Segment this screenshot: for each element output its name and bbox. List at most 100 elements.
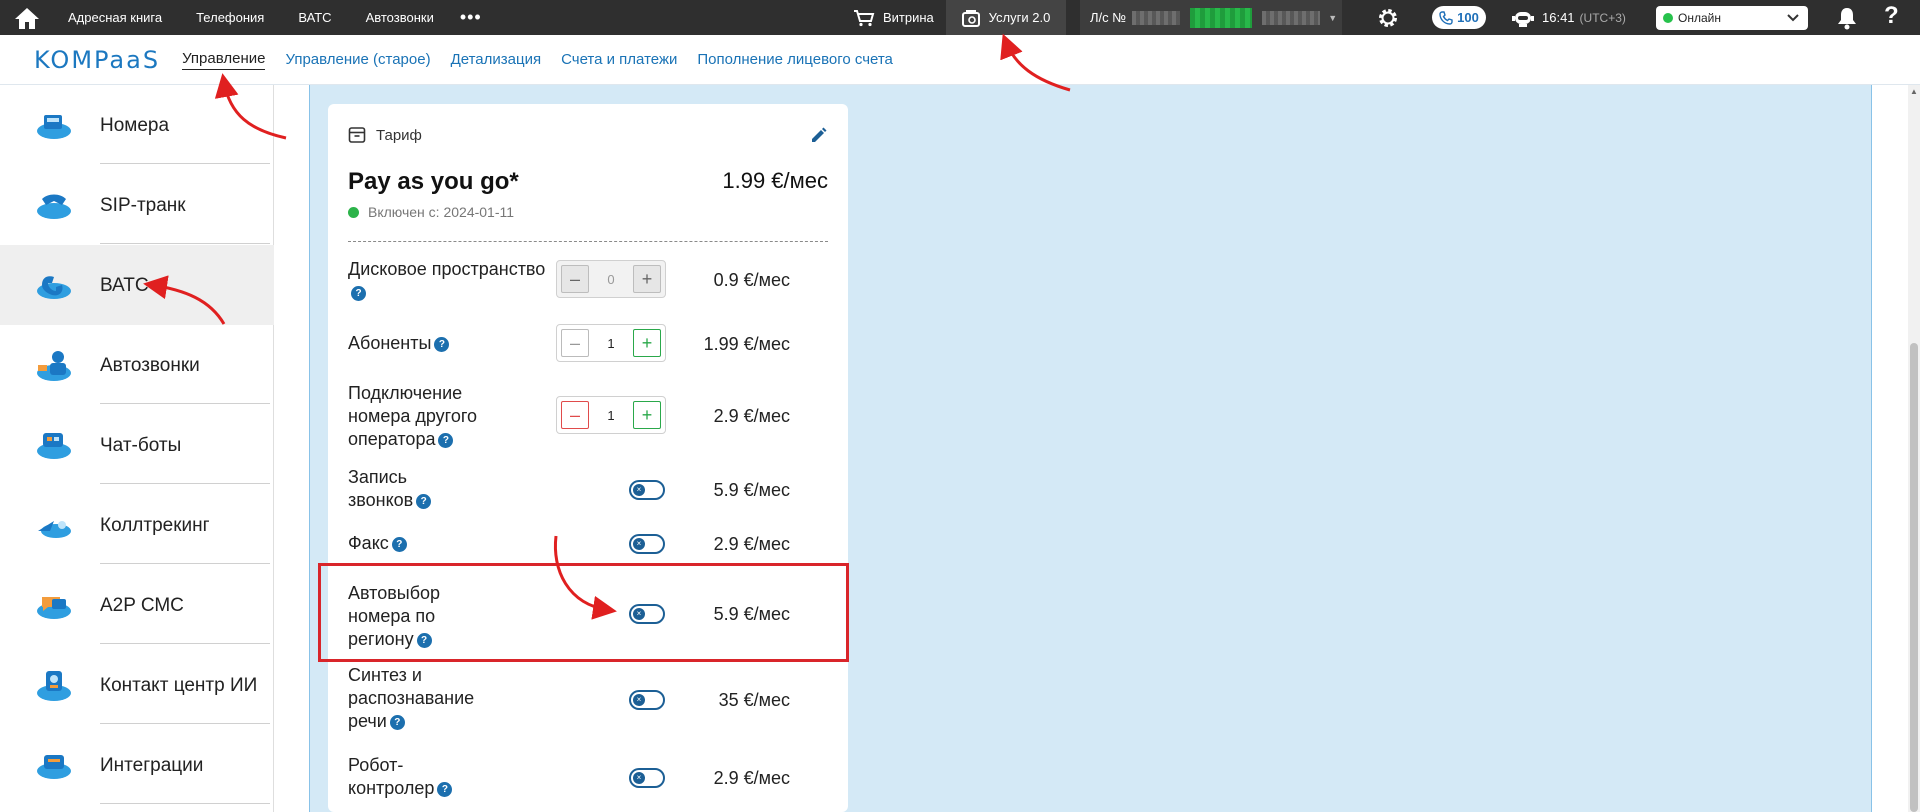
toggle-switch[interactable]: × [629,690,665,710]
status-value: Онлайн [1678,11,1721,25]
help-icon[interactable]: ? [434,337,450,352]
help-icon[interactable]: ? [391,537,407,552]
option-name-text: Синтез и распознавание речи [348,665,475,731]
help-icon[interactable]: ? [416,494,432,509]
dashed-divider [348,241,828,242]
minus-button[interactable]: – [561,329,589,357]
sidebar-item-calltracking[interactable]: Коллтрекинг [0,485,274,565]
sidebar-item-label: Контакт центр ИИ [100,675,258,696]
scroll-up-icon[interactable]: ▲ [1910,87,1918,96]
sidebar-item-label: A2P СМС [100,595,184,616]
toggle-switch[interactable]: × [629,480,665,500]
plus-button[interactable]: + [633,265,661,293]
option-price: 2.9 €/мес [713,534,790,554]
sidebar-item-numbers[interactable]: Номера [0,85,274,165]
toggle-off-icon: × [633,484,645,496]
bell-icon[interactable] [1836,6,1858,35]
autocalls-icon [37,351,71,381]
option-row-call-recording: Запись звонков? × 5.9 €/мес [348,466,828,516]
sidebar-item-label: ВАТС [100,275,149,296]
toggle-switch[interactable]: × [629,768,665,788]
option-name: Абоненты? [348,332,450,355]
option-name: Синтез и распознавание речи? [348,664,498,733]
sidebar-item-integrations[interactable]: Интеграции [0,725,274,805]
plus-button[interactable]: + [633,329,661,357]
help-icon[interactable]: ? [437,782,453,797]
option-price: 1.99 €/мес [703,334,790,354]
section-nav: KOMPaaS Управление Управление (старое) Д… [0,35,1920,85]
help-icon[interactable]: ? [351,286,366,301]
active-calls-badge[interactable]: 100 [1432,6,1486,29]
toggle-off-icon: × [633,694,645,706]
plan-enabled-since: Включен с: 2024-01-11 [348,204,514,220]
topnav-vats[interactable]: ВАТС [298,10,331,25]
option-row-other-operator-number: Подключение номера другого оператора? – … [348,378,828,450]
more-menu-icon[interactable]: ••• [460,7,482,28]
topnav-autocalls[interactable]: Автозвонки [366,10,434,25]
tab-management[interactable]: Управление [182,50,266,70]
quantity-stepper: – 1 + [556,396,666,434]
kompaas-logo[interactable]: KOMPaaS [34,46,160,74]
scrollbar-thumb[interactable] [1910,343,1918,812]
showcase-link[interactable]: Витрина [853,0,934,35]
status-select[interactable]: Онлайн [1656,6,1808,30]
sidebar-item-label: Номера [100,115,170,136]
integrations-icon [37,755,71,779]
tab-management-old[interactable]: Управление (старое) [285,51,430,68]
minus-button[interactable]: – [561,401,589,429]
tab-top-up-account[interactable]: Пополнение лицевого счета [697,51,893,68]
ai-contact-center-icon [37,671,71,701]
option-price: 2.9 €/мес [713,406,790,426]
sidebar-item-label: Автозвонки [100,355,200,376]
vats-icon [37,276,71,299]
sidebar-item-chatbots[interactable]: Чат-боты [0,405,274,485]
phone-icon [1439,10,1453,25]
account-selector[interactable]: Л/с № ▼ [1080,0,1342,35]
toggle-off-icon: × [633,538,645,550]
home-icon[interactable] [0,0,54,35]
option-name-text: Запись звонков [348,467,414,510]
services-2-tab[interactable]: Услуги 2.0 [946,0,1066,35]
tab-details[interactable]: Детализация [451,51,542,68]
option-row-speech-synthesis: Синтез и распознавание речи? × 35 €/мес [348,664,828,736]
option-name: Робот-контролер? [348,754,468,800]
option-price: 35 €/мес [718,690,790,710]
option-price: 0.9 €/мес [713,270,790,290]
clock: 16:41 (UTC+3) [1512,0,1626,35]
tab-invoices-payments[interactable]: Счета и платежи [561,51,677,68]
online-status-dot [1663,13,1673,23]
quantity-stepper: – 1 + [556,324,666,362]
sidebar-divider [100,803,270,804]
showcase-label: Витрина [883,10,934,25]
help-icon[interactable]: ? [1884,2,1899,30]
sidebar-item-vats[interactable]: ВАТС [0,245,274,325]
quantity-value: 1 [607,407,615,423]
option-name: Факс? [348,532,407,555]
help-icon[interactable]: ? [389,715,405,730]
pencil-icon[interactable] [810,126,828,144]
topnav-telephony[interactable]: Телефония [196,10,264,25]
tariff-card: Тариф Pay as you go* 1.99 €/мес Включен … [328,104,848,812]
services-label: Услуги 2.0 [988,10,1051,25]
plus-button[interactable]: + [633,401,661,429]
sidebar-item-ai-contact-center[interactable]: Контакт центр ИИ [0,645,274,725]
option-row-disk-space: Дисковое пространство? – 0 + 0.9 €/мес [348,254,828,314]
tariff-card-title: Тариф [376,126,422,144]
account-name-blurred [1262,10,1321,25]
top-bar: Адресная книга Телефония ВАТС Автозвонки… [0,0,1920,35]
option-price: 2.9 €/мес [713,768,790,788]
topnav-address-book[interactable]: Адресная книга [68,10,162,25]
minus-button[interactable]: – [561,265,589,293]
sidebar: Номера SIP-транк ВАТС Автозвонки Чат-бот… [0,85,274,812]
account-number-blurred [1132,10,1181,25]
option-row-subscribers: Абоненты? – 1 + 1.99 €/мес [348,320,828,370]
sidebar-item-autocalls[interactable]: Автозвонки [0,325,274,405]
sidebar-item-sip-trunk[interactable]: SIP-транк [0,165,274,245]
help-icon[interactable]: ? [438,433,454,448]
gear-icon[interactable] [1376,6,1400,35]
option-name-text: Абоненты [348,333,432,353]
sidebar-divider [100,243,270,244]
toggle-switch[interactable]: × [629,534,665,554]
page-scrollbar[interactable]: ▲ [1908,85,1920,812]
sidebar-item-a2p-sms[interactable]: A2P СМС [0,565,274,645]
